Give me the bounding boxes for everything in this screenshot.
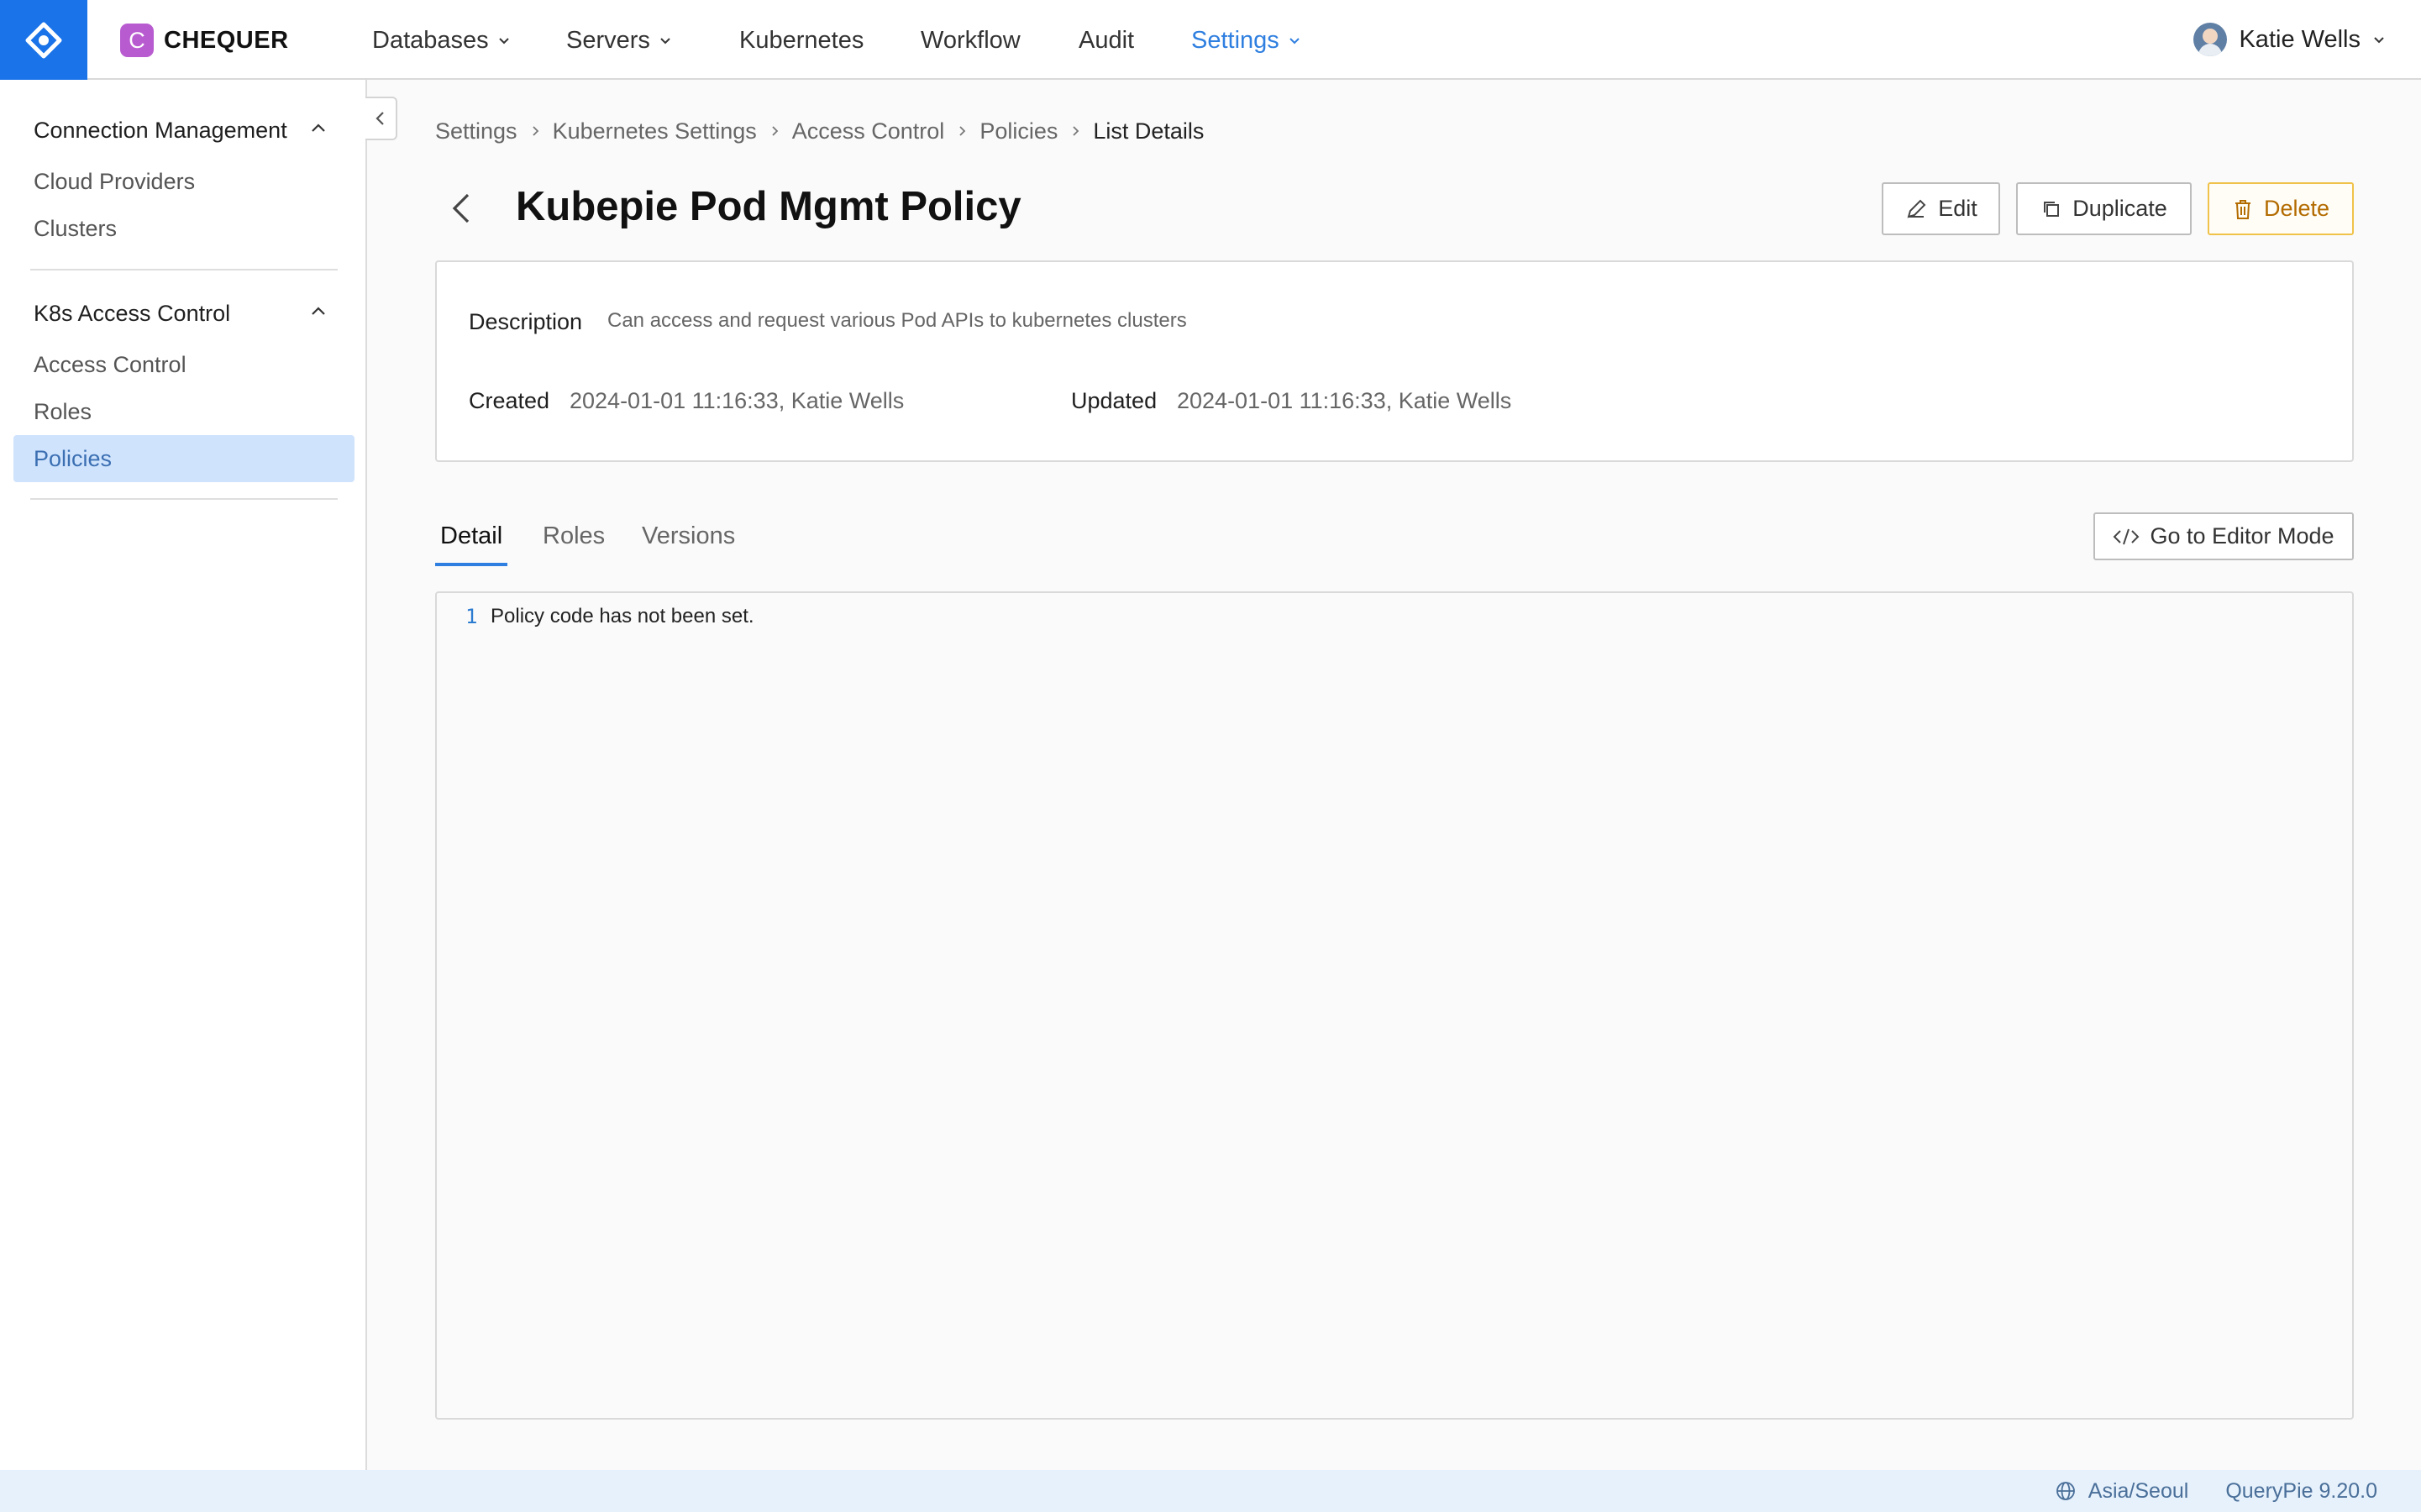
sidebar-item-roles[interactable]: Roles [13,388,354,435]
chevron-right-icon [772,126,779,136]
sidebar: Connection Management Cloud Providers Cl… [0,80,367,1470]
created-label: Created [469,388,550,413]
nav-workflow[interactable]: Workflow [921,24,1021,57]
created-value: 2024-01-01 11:16:33, Katie Wells [570,388,905,413]
code-line: Policy code has not been set. [491,605,754,627]
sidebar-group-k8s-access-control[interactable]: K8s Access Control [34,301,230,327]
avatar [2193,23,2228,56]
trash-icon [2235,199,2250,219]
nav-databases[interactable]: Databases [372,24,511,57]
description-value: Can access and request various Pod APIs … [607,309,1187,332]
breadcrumb-current: List Details [1093,118,1205,144]
nav-servers[interactable]: Servers [566,24,672,57]
chevron-right-icon [1073,126,1079,136]
brand-badge: C [120,24,154,57]
chevron-right-icon [959,126,966,136]
description-label: Description [469,309,583,334]
arrow-left-icon [452,193,470,223]
chevron-down-icon [1289,38,1300,45]
breadcrumb-kubernetes-settings[interactable]: Kubernetes Settings [553,118,757,144]
sidebar-item-label: Clusters [34,215,118,241]
policy-code-editor[interactable]: 1 Policy code has not been set. [435,591,2354,1420]
app-logo[interactable] [0,0,87,80]
top-navigation-bar: C CHEQUER Databases Servers Kubernetes W… [0,0,2421,80]
querypie-logo-icon [25,22,62,58]
sidebar-item-clusters[interactable]: Clusters [13,205,354,252]
sidebar-item-label: Access Control [34,351,186,377]
delete-button[interactable]: Delete [2208,182,2354,235]
sidebar-item-label: Cloud Providers [34,168,196,194]
duplicate-button-label: Duplicate [2072,196,2167,221]
sidebar-item-cloud-providers[interactable]: Cloud Providers [13,158,354,205]
user-name: Katie Wells [2239,25,2361,53]
brand-name: CHEQUER [164,26,289,54]
breadcrumb: Settings Kubernetes Settings Access Cont… [435,116,1204,146]
back-button[interactable] [443,186,480,230]
page-title: Kubepie Pod Mgmt Policy [516,184,1021,229]
chevron-right-icon [532,126,538,136]
globe-icon [2056,1482,2075,1500]
sidebar-item-label: Roles [34,398,92,424]
status-footer: Asia/Seoul QueryPie 9.20.0 [0,1470,2421,1512]
updated-value: 2024-01-01 11:16:33, Katie Wells [1177,388,1512,413]
updated-label: Updated [1071,388,1158,413]
chevron-down-icon [660,38,670,45]
go-to-editor-mode-button[interactable]: Go to Editor Mode [2093,512,2354,560]
app-version: QueryPie 9.20.0 [2225,1478,2377,1503]
delete-button-label: Delete [2263,196,2330,221]
breadcrumb-settings[interactable]: Settings [435,118,517,144]
breadcrumb-policies[interactable]: Policies [979,118,1058,144]
duplicate-button[interactable]: Duplicate [2016,182,2192,235]
policy-info-card: Description Can access and request vario… [435,260,2354,462]
chevron-up-icon[interactable] [307,301,329,323]
sidebar-item-label: Policies [34,445,113,471]
nav-settings[interactable]: Settings [1191,24,1301,57]
nav-workflow-label: Workflow [921,26,1021,54]
sidebar-group-title: Connection Management [34,118,287,143]
tab-label: Detail [440,522,503,549]
user-menu[interactable]: Katie Wells [2193,20,2386,59]
pencil-icon [1907,199,1926,218]
tab-detail[interactable]: Detail [435,522,508,566]
sidebar-group-connection-management[interactable]: Connection Management [34,118,287,144]
code-icon [2114,528,2140,544]
sidebar-collapse-button[interactable] [365,97,397,140]
workspace-brand[interactable]: C CHEQUER [120,23,289,58]
nav-databases-label: Databases [372,26,489,54]
line-number: 1 [465,605,478,628]
chevron-down-icon [498,38,509,45]
chevron-left-icon [375,112,384,125]
timezone-label: Asia/Seoul [2088,1478,2189,1503]
chevron-up-icon[interactable] [307,118,329,139]
chevron-down-icon [2374,37,2384,44]
tab-roles[interactable]: Roles [538,522,610,566]
sidebar-divider [30,269,338,270]
edit-button[interactable]: Edit [1882,182,2000,235]
copy-icon [2044,201,2060,217]
tab-label: Roles [543,522,606,549]
edit-button-label: Edit [1938,196,1977,221]
nav-kubernetes-label: Kubernetes [739,26,864,54]
nav-kubernetes[interactable]: Kubernetes [739,24,864,57]
tab-label: Versions [642,522,736,549]
nav-settings-label: Settings [1191,26,1279,54]
sidebar-item-policies[interactable]: Policies [13,435,354,482]
timezone-indicator[interactable]: Asia/Seoul [2055,1478,2189,1504]
nav-audit[interactable]: Audit [1079,24,1134,57]
tab-versions[interactable]: Versions [637,522,740,566]
breadcrumb-access-control[interactable]: Access Control [792,118,945,144]
editor-button-label: Go to Editor Mode [2150,523,2334,549]
nav-audit-label: Audit [1079,26,1135,54]
sidebar-divider [30,498,338,500]
nav-servers-label: Servers [566,26,650,54]
sidebar-group-title: K8s Access Control [34,301,231,326]
sidebar-item-access-control[interactable]: Access Control [13,341,354,388]
